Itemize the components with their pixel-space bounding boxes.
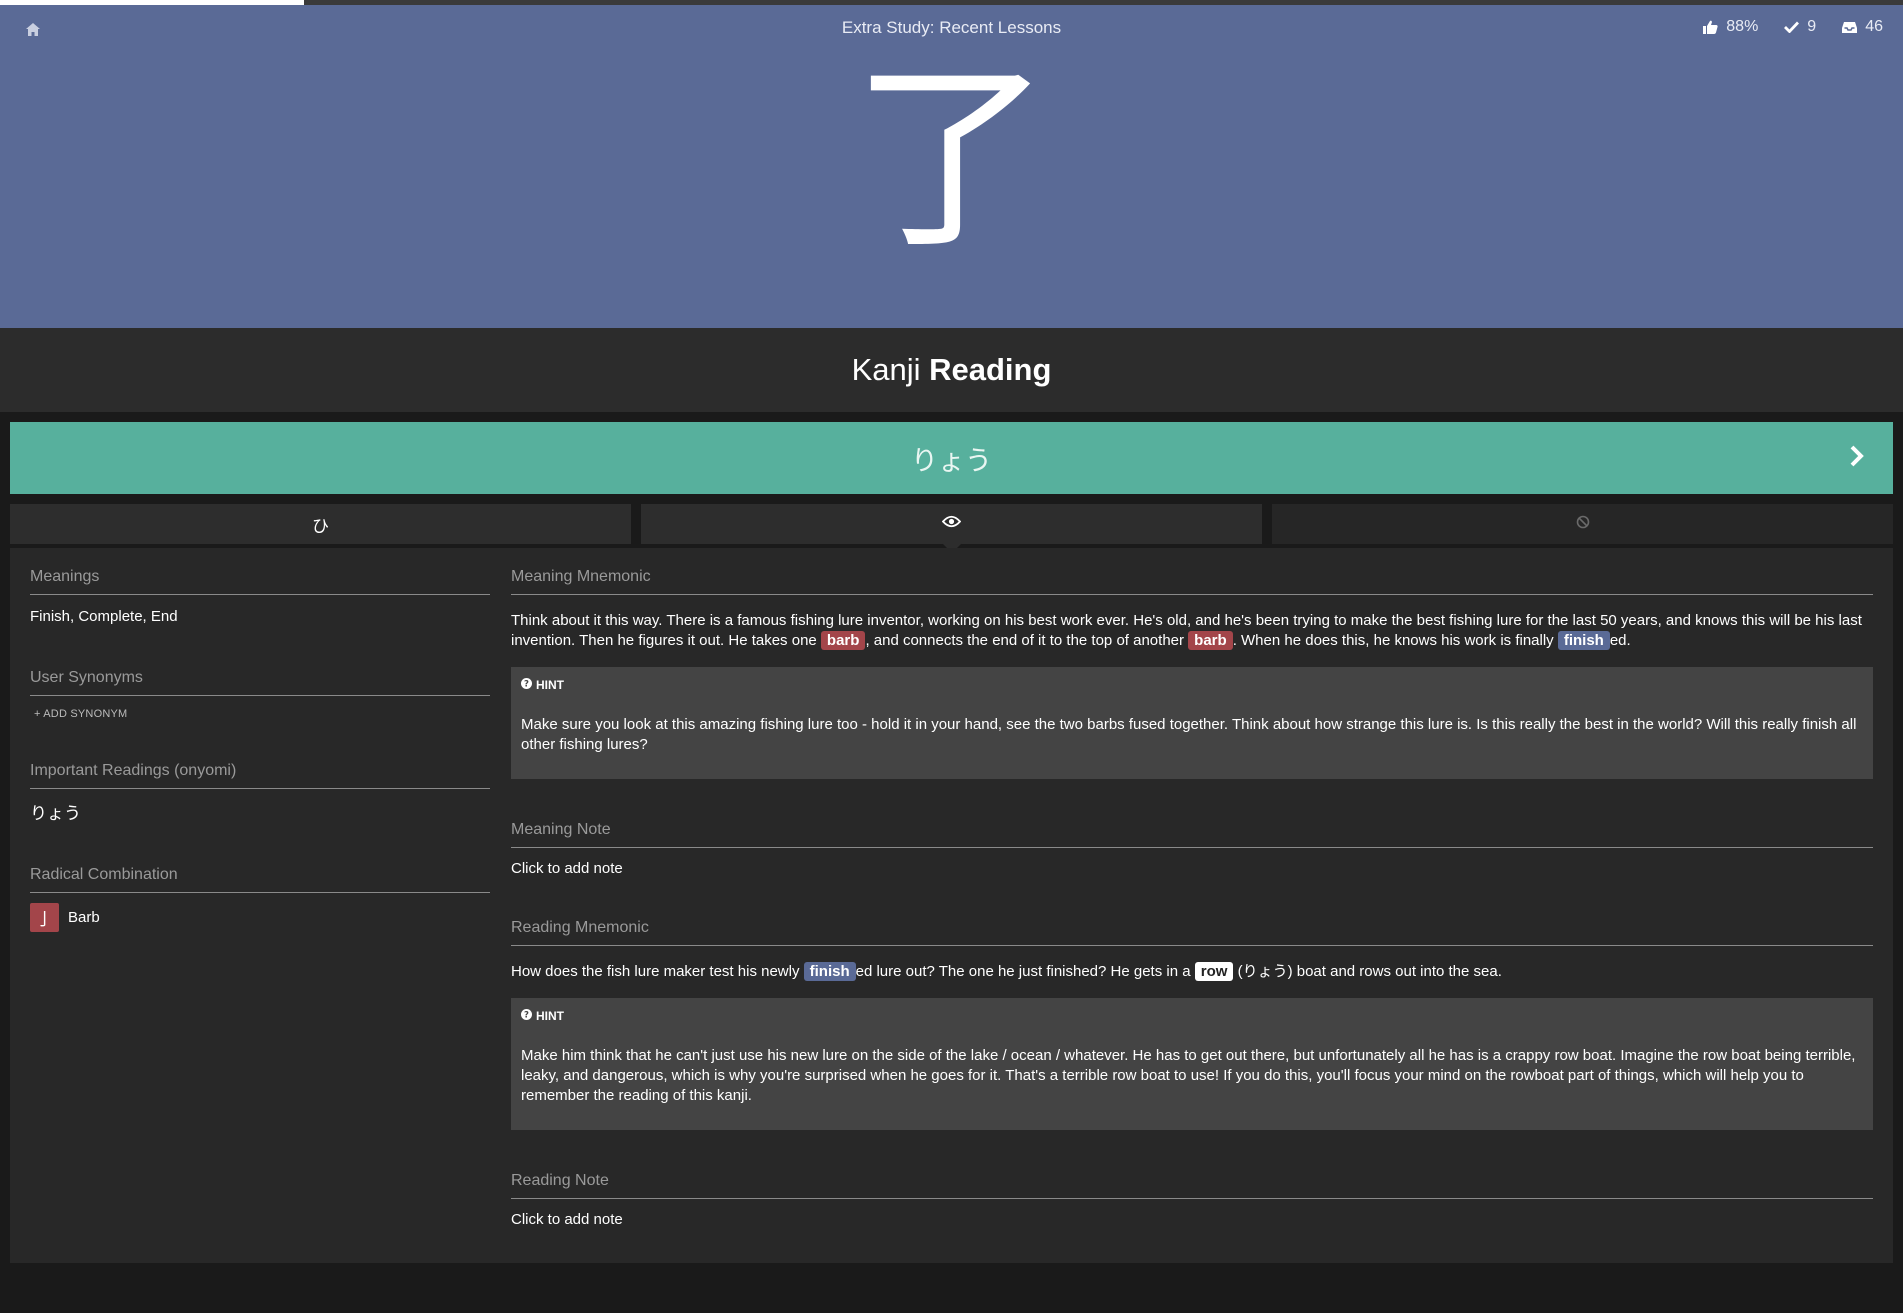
reading-hint-box: ? HINT Make him think that he can't just… — [511, 998, 1873, 1130]
svg-text:?: ? — [524, 1011, 529, 1020]
reading-note-heading: Reading Note — [511, 1152, 1873, 1199]
item-info-panel: Meanings Finish, Complete, End User Syno… — [10, 548, 1893, 1263]
kanji-character: 了 — [851, 43, 1052, 276]
header: Extra Study: Recent Lessons 88% 9 46 了 — [0, 5, 1903, 328]
meaning-mnemonic-heading: Meaning Mnemonic — [511, 548, 1873, 595]
checkmark-icon — [1784, 21, 1800, 33]
accuracy-value: 88% — [1726, 18, 1759, 35]
chevron-right-icon — [1849, 445, 1865, 472]
radical-highlight: barb — [1188, 631, 1233, 650]
meanings-heading: Meanings — [30, 548, 490, 595]
answer-value: りょう — [911, 445, 992, 477]
meaning-hint-box: ? HINT Make sure you look at this amazin… — [511, 667, 1873, 779]
answer-field[interactable]: りょう — [10, 422, 1893, 494]
completed-stat: 9 — [1784, 18, 1816, 36]
disabled-icon — [1576, 515, 1590, 534]
question-circle-icon: ? — [521, 678, 532, 692]
tab-item-info[interactable] — [641, 504, 1262, 553]
completed-value: 9 — [1807, 18, 1817, 35]
readings-value: りょう — [30, 804, 81, 824]
reading-highlight: row — [1194, 962, 1234, 981]
hiragana-toggle-icon: ひ — [312, 516, 329, 537]
inbox-icon — [1842, 21, 1858, 34]
radical-highlight: barb — [820, 631, 866, 650]
remaining-value: 46 — [1865, 18, 1883, 35]
add-synonym-button[interactable]: + ADD SYNONYM — [30, 696, 490, 720]
user-synonyms-heading: User Synonyms — [30, 649, 490, 696]
radical-item[interactable]: 亅 Barb — [30, 893, 490, 932]
next-button[interactable] — [1843, 444, 1871, 472]
svg-text:?: ? — [524, 680, 529, 689]
reading-hint-text: Make him think that he can't just use hi… — [521, 1047, 1856, 1104]
question-type: Kanji Reading — [0, 328, 1903, 412]
additional-content-tabs: ひ — [10, 504, 1893, 553]
question-subject: Kanji — [851, 352, 921, 387]
question-circle-icon: ? — [521, 1009, 532, 1023]
accuracy-stat: 88% — [1703, 18, 1758, 36]
reading-note-field[interactable]: Click to add note — [511, 1199, 1873, 1228]
eye-icon — [941, 515, 962, 533]
readings-heading: Important Readings (onyomi) — [30, 742, 490, 789]
session-title: Extra Study: Recent Lessons — [841, 18, 1062, 37]
stats: 88% 9 46 — [1703, 18, 1883, 36]
meanings-value: Finish, Complete, End — [30, 608, 178, 625]
item-details-column: Meanings Finish, Complete, End User Syno… — [30, 548, 490, 932]
meaning-mnemonic-text: Think about it this way. There is a famo… — [511, 612, 1862, 650]
kanji-highlight: finish — [803, 962, 856, 981]
meaning-note-heading: Meaning Note — [511, 801, 1873, 848]
mnemonics-column: Meaning Mnemonic Think about it this way… — [511, 548, 1873, 1228]
reading-mnemonic-heading: Reading Mnemonic — [511, 899, 1873, 946]
radical-combination-heading: Radical Combination — [30, 846, 490, 893]
meaning-hint-text: Make sure you look at this amazing fishi… — [521, 716, 1857, 753]
radical-glyph: 亅 — [30, 903, 59, 932]
hint-heading: ? HINT — [521, 678, 1863, 692]
tab-kana-chart[interactable]: ひ — [10, 504, 631, 544]
question-kind: Reading — [929, 352, 1052, 387]
thumbs-up-icon — [1703, 20, 1718, 34]
radical-name: Barb — [68, 909, 100, 926]
remaining-stat: 46 — [1842, 18, 1883, 36]
tab-disabled — [1272, 504, 1893, 544]
kanji-highlight: finish — [1557, 631, 1610, 650]
meaning-note-field[interactable]: Click to add note — [511, 848, 1873, 877]
reading-mnemonic-text: How does the fish lure maker test his ne… — [511, 962, 1502, 981]
hint-heading: ? HINT — [521, 1009, 1863, 1023]
